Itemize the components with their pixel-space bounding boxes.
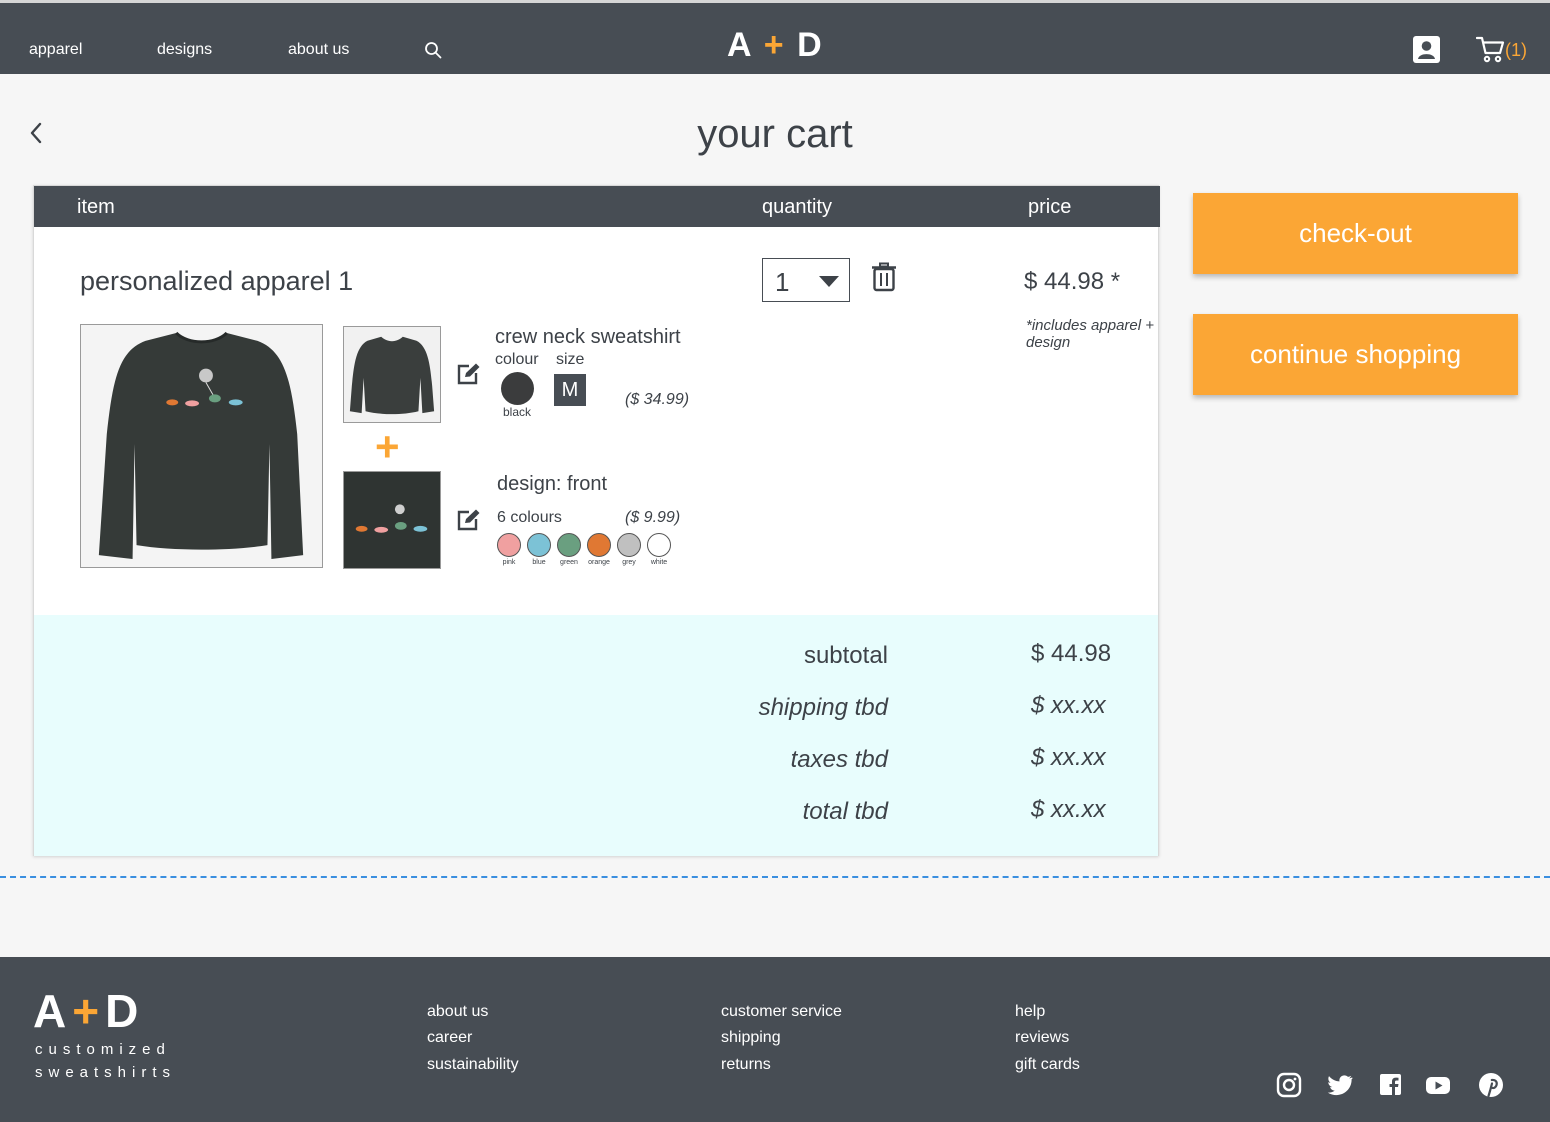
- swatch-orange: [587, 533, 611, 557]
- pinterest-icon[interactable]: [1478, 1072, 1504, 1098]
- page-title: your cart: [697, 112, 853, 156]
- shipping-value: $ xx.xx: [1031, 692, 1106, 719]
- footer: A+D customized sweatshirts about us care…: [0, 957, 1550, 1122]
- footer-link-reviews[interactable]: reviews: [1015, 1029, 1069, 1047]
- cart-icon[interactable]: [1476, 34, 1506, 64]
- design-price: ($ 9.99): [625, 509, 681, 526]
- design-thumbnail: [343, 471, 441, 569]
- subtotal-label: subtotal: [803, 642, 888, 669]
- nav-link-designs[interactable]: designs: [157, 41, 212, 59]
- account-icon[interactable]: [1413, 36, 1440, 63]
- footer-link-customer-service[interactable]: customer service: [721, 1003, 842, 1021]
- top-nav: apparel designs about us A + D (1): [0, 0, 1550, 74]
- swatch-label-pink: pink: [502, 559, 516, 566]
- footer-link-sustainability[interactable]: sustainability: [427, 1056, 519, 1074]
- footer-logo[interactable]: A+D: [33, 985, 144, 1037]
- shipping-label: shipping tbd: [758, 694, 888, 721]
- chevron-down-icon: [819, 276, 839, 287]
- nav-link-about-us[interactable]: about us: [288, 41, 349, 59]
- design-title: design: front: [497, 473, 608, 495]
- apparel-thumbnail: [343, 326, 441, 423]
- section-divider: [0, 876, 1550, 878]
- tagline-sweatshirts: sweatshirts: [35, 1064, 177, 1081]
- price-note: *includes apparel + design: [1026, 317, 1155, 351]
- swatch-label-green: green: [560, 559, 578, 566]
- colour-swatch-black: [501, 372, 534, 405]
- apparel-title: crew neck sweatshirt: [495, 326, 681, 348]
- swatch-white: [647, 533, 671, 557]
- cart-item-name: personalized apparel 1: [80, 266, 354, 296]
- header-price: price: [1028, 196, 1072, 218]
- design-colours-count: 6 colours: [497, 509, 562, 526]
- facebook-icon[interactable]: [1378, 1072, 1404, 1098]
- header-item: item: [77, 196, 115, 218]
- edit-design-icon[interactable]: [456, 508, 482, 532]
- product-preview-image: [80, 324, 323, 568]
- instagram-icon[interactable]: [1276, 1072, 1302, 1098]
- total-label: total tbd: [802, 798, 888, 825]
- cart-item-price: $ 44.98 *: [1024, 268, 1121, 295]
- cart-count-badge[interactable]: (1): [1505, 40, 1527, 61]
- footer-link-shipping[interactable]: shipping: [721, 1029, 781, 1047]
- swatch-label-blue: blue: [532, 559, 546, 566]
- swatch-blue: [527, 533, 551, 557]
- cart-table-header: item quantity price: [34, 186, 1160, 227]
- footer-link-returns[interactable]: returns: [721, 1056, 771, 1074]
- nav-link-apparel[interactable]: apparel: [29, 41, 82, 59]
- swatch-label-grey: grey: [622, 559, 636, 566]
- quantity-select[interactable]: 1: [762, 258, 850, 302]
- edit-apparel-icon[interactable]: [456, 362, 482, 386]
- order-summary: subtotal $ 44.98 shipping tbd $ xx.xx ta…: [34, 615, 1158, 856]
- checkout-button[interactable]: check-out: [1193, 193, 1518, 274]
- taxes-value: $ xx.xx: [1031, 744, 1106, 771]
- swatch-grey: [617, 533, 641, 557]
- header-quantity: quantity: [762, 196, 833, 218]
- cart-panel: item quantity price personalized apparel…: [33, 185, 1160, 856]
- swatch-label-orange: orange: [588, 559, 610, 566]
- continue-shopping-button[interactable]: continue shopping: [1193, 314, 1518, 395]
- brand-logo[interactable]: A + D: [727, 25, 824, 65]
- swatch-green: [557, 533, 581, 557]
- size-label: size: [556, 351, 585, 368]
- footer-link-about-us[interactable]: about us: [427, 1003, 488, 1021]
- colour-label: colour: [495, 351, 539, 368]
- size-badge: M: [554, 374, 586, 406]
- search-icon[interactable]: [424, 41, 442, 59]
- subtotal-value: $ 44.98: [1031, 640, 1112, 667]
- footer-link-help[interactable]: help: [1015, 1003, 1045, 1021]
- total-value: $ xx.xx: [1031, 796, 1106, 823]
- quantity-value: 1: [775, 267, 790, 297]
- swatch-label-white: white: [650, 559, 668, 566]
- twitter-icon[interactable]: [1327, 1072, 1353, 1098]
- footer-link-gift-cards[interactable]: gift cards: [1015, 1056, 1080, 1074]
- tagline-customized: customized: [35, 1041, 171, 1058]
- footer-link-career[interactable]: career: [427, 1029, 472, 1047]
- youtube-icon[interactable]: [1425, 1072, 1451, 1098]
- colour-name: black: [503, 405, 532, 419]
- trash-icon[interactable]: [871, 262, 897, 292]
- taxes-label: taxes tbd: [790, 746, 888, 773]
- swatch-pink: [497, 533, 521, 557]
- apparel-price: ($ 34.99): [625, 391, 690, 408]
- combine-plus: +: [375, 423, 400, 470]
